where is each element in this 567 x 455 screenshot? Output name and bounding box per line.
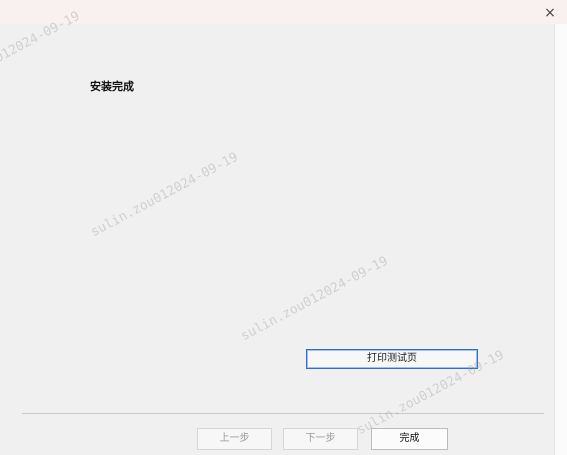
close-icon[interactable]: × [543, 6, 557, 20]
finish-button[interactable]: 完成 [371, 428, 448, 450]
footer-divider [22, 413, 544, 414]
watermark-layer: 012024-09-19 sulin.zou012024-09-19 sulin… [0, 0, 567, 455]
title-bar: × [0, 0, 567, 24]
print-test-page-button[interactable]: 打印测试页 [306, 349, 478, 369]
watermark-text: sulin.zou012024-09-19 [88, 149, 241, 241]
page-title: 安装完成 [90, 80, 134, 93]
next-button[interactable]: 下一步 [283, 428, 358, 450]
window-edge [554, 24, 567, 455]
installer-dialog: × 安装完成 打印测试页 上一步 下一步 完成 012024-09-19 sul… [0, 0, 567, 455]
watermark-text: sulin.zou012024-09-19 [238, 253, 391, 345]
back-button[interactable]: 上一步 [197, 428, 272, 450]
